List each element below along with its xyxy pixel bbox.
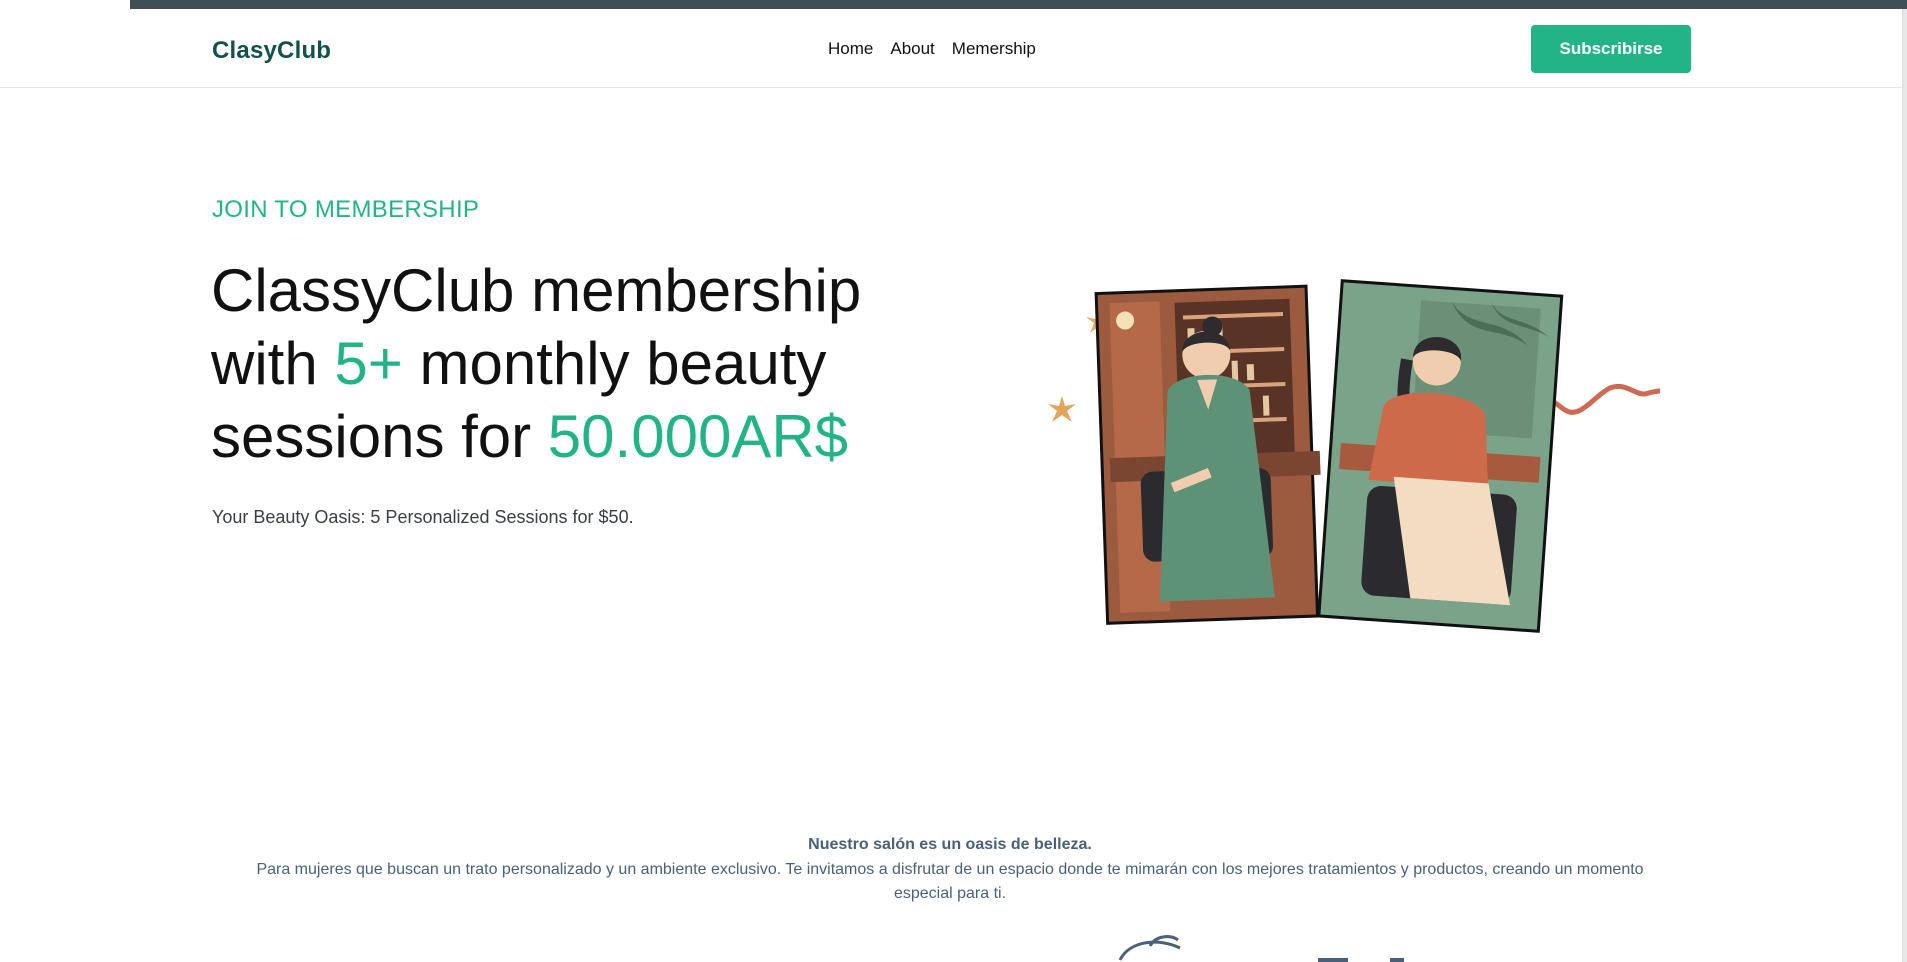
headline-accent-price: 50.000AR$ [547,403,849,470]
browser-top-strip [0,0,1907,9]
hero-illustration [1048,279,1660,633]
about-section: Nuestro salón es un oasis de belleza. Pa… [230,834,1670,906]
salon-card-left [1094,284,1321,625]
headline-accent-sessions: 5+ [334,330,403,397]
navbar: ClasyClub Home About Memership Subscribi… [0,9,1902,88]
scrollbar[interactable] [1902,9,1907,962]
hero-eyebrow: JOIN TO MEMBERSHIP [212,196,480,223]
about-title: Nuestro salón es un oasis de belleza. [808,836,1092,853]
hero-headline: ClassyClub membership with 5+ monthly be… [211,254,971,473]
nav-link-membership[interactable]: Memership [952,39,1036,59]
hero-subtext: Your Beauty Oasis: 5 Personalized Sessio… [212,507,634,527]
top-accent-bar [130,0,1907,9]
subscribe-button[interactable]: Subscribirse [1531,25,1691,73]
logo[interactable]: ClasyClub [212,37,331,65]
about-body: Para mujeres que buscan un trato persona… [256,861,1644,902]
nav-link-home[interactable]: Home [828,39,873,59]
nav-link-about[interactable]: About [890,39,934,59]
salon-card-right [1317,279,1564,633]
nav-links: Home About Memership [828,39,1036,59]
star-icon [1048,396,1076,422]
bottom-illustration-partial [1118,935,1404,962]
